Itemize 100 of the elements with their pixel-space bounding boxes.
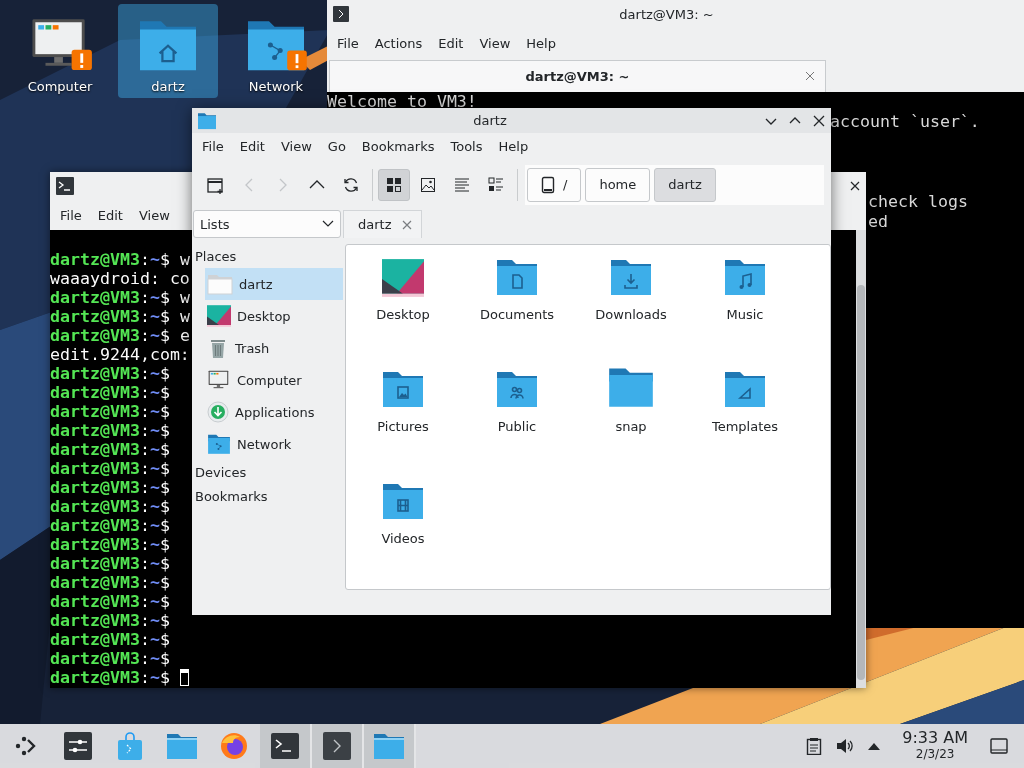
tab[interactable]: dartz xyxy=(343,210,422,238)
clipboard-icon[interactable] xyxy=(806,737,823,755)
terminal-line: dartz@VM3:~$ xyxy=(50,668,170,687)
menu-item[interactable]: View xyxy=(130,207,178,223)
terminal-line: dartz@VM3:~$ xyxy=(50,440,170,459)
icon-view-icon xyxy=(385,175,403,194)
terminal-line: dartz@VM3:~$ xyxy=(50,554,170,573)
folder-icon xyxy=(607,365,655,409)
desktop-shortcut[interactable]: Computer xyxy=(10,4,110,98)
folder-icon xyxy=(207,273,233,295)
terminal-line: dartz@VM3:~$ xyxy=(50,383,170,402)
terminal-line: dartz@VM3:~$ xyxy=(50,649,170,668)
folder-icon xyxy=(723,369,767,409)
folder-icon xyxy=(495,257,539,297)
folder-item[interactable]: snap xyxy=(574,365,688,477)
chevron-down-icon xyxy=(322,220,334,228)
terminal-line: dartz@VM3:~$ xyxy=(50,516,170,535)
menu-item[interactable]: Help xyxy=(490,138,537,154)
terminal-line: dartz@VM3:~$ xyxy=(50,421,170,440)
taskbar-item[interactable] xyxy=(260,724,312,768)
terminal-line: dartz@VM3:~$ xyxy=(50,611,170,630)
menu-item[interactable]: Bookmarks xyxy=(353,138,443,154)
console-icon xyxy=(323,732,351,760)
breadcrumb-button[interactable]: home xyxy=(585,167,651,202)
folder-icon xyxy=(381,369,425,409)
expand-tray-icon[interactable] xyxy=(868,742,881,750)
window-title: dartz xyxy=(472,113,508,128)
menu-item[interactable]: File xyxy=(329,35,367,51)
shopping-bag-icon xyxy=(117,732,143,760)
panel-dropdown[interactable]: Lists xyxy=(193,210,341,238)
location-bar[interactable]: / home dartz xyxy=(525,164,824,205)
folder-item[interactable]: Templates xyxy=(688,365,802,477)
taskbar-item[interactable] xyxy=(312,724,364,768)
menu-item[interactable]: Help xyxy=(518,35,564,51)
places-item[interactable]: Applications xyxy=(205,396,343,428)
terminal-line: waaaydroid: co xyxy=(50,269,190,288)
folder-item[interactable]: Documents xyxy=(460,253,574,365)
breadcrumb-button[interactable]: dartz xyxy=(654,167,716,202)
terminal-text: check logs xyxy=(868,192,968,211)
clock[interactable]: 9:33 AM 2/3/23 xyxy=(902,730,968,762)
menu-item[interactable]: View xyxy=(471,35,519,51)
terminal-line: dartz@VM3:~$ xyxy=(50,459,170,478)
menu-item[interactable]: Actions xyxy=(366,35,431,51)
terminal-line: dartz@VM3:~$ xyxy=(50,364,170,383)
terminal-text: Welcome to VM3! xyxy=(327,92,477,111)
folder-icon xyxy=(373,732,405,760)
menu-item[interactable]: Tools xyxy=(442,138,491,154)
drive-icon xyxy=(541,175,555,194)
places-item[interactable]: Network xyxy=(205,428,343,460)
places-item[interactable]: Desktop xyxy=(205,300,343,332)
compact-list-icon xyxy=(487,175,505,194)
section-heading[interactable]: Devices xyxy=(192,460,343,484)
places-item[interactable]: dartz xyxy=(205,268,343,300)
folder-item[interactable]: Desktop xyxy=(346,253,460,365)
desktop-shortcut[interactable]: Network xyxy=(226,4,326,98)
folder-item[interactable]: Pictures xyxy=(346,365,460,477)
folder-item[interactable]: Videos xyxy=(346,477,460,589)
folder-icon xyxy=(609,257,653,297)
folder-item[interactable]: Music xyxy=(688,253,802,365)
scrollbar[interactable] xyxy=(856,230,866,688)
breadcrumb-button[interactable]: / xyxy=(527,167,582,202)
folder-item[interactable]: Public xyxy=(460,365,574,477)
computer-icon xyxy=(207,369,231,391)
folder-icon xyxy=(723,257,767,297)
terminal-line: dartz@VM3:~$ xyxy=(50,535,170,554)
folder-item[interactable]: Downloads xyxy=(574,253,688,365)
desktop-icon xyxy=(207,305,231,327)
network-folder-icon xyxy=(207,433,231,455)
terminal-line: dartz@VM3:~$ xyxy=(50,402,170,421)
terminal-line: edit.9244,com: xyxy=(50,345,190,364)
terminal-text: account `user`. xyxy=(830,112,980,131)
menu-item[interactable]: Edit xyxy=(430,35,472,51)
menu-item[interactable]: File xyxy=(194,138,232,154)
terminal-line: dartz@VM3:~$ xyxy=(50,630,170,649)
places-item[interactable]: Computer xyxy=(205,364,343,396)
menu-item[interactable]: File xyxy=(52,207,90,223)
window-title: dartz@VM3: ~ xyxy=(618,6,715,22)
terminal-icon xyxy=(271,733,299,759)
terminal-line: dartz@VM3:~$ w xyxy=(50,307,190,326)
menu-item[interactable]: View xyxy=(272,138,320,154)
show-desktop-icon[interactable] xyxy=(990,738,1008,754)
menu-item[interactable]: Edit xyxy=(231,138,273,154)
menu-item[interactable]: Edit xyxy=(89,207,131,223)
folder-icon xyxy=(381,481,425,521)
menu-item[interactable]: Go xyxy=(319,138,354,154)
desktop-shortcut[interactable]: dartz xyxy=(118,4,218,98)
download-icon xyxy=(207,401,229,423)
terminal-line: dartz@VM3:~$ xyxy=(50,573,170,592)
icon-view-button[interactable] xyxy=(378,168,410,201)
tab[interactable]: dartz@VM3: ~ xyxy=(329,60,826,92)
terminal-line: dartz@VM3:~$ xyxy=(50,478,170,497)
terminal-icon xyxy=(56,177,74,195)
terminal-line: dartz@VM3:~$ xyxy=(50,592,170,611)
close-icon[interactable] xyxy=(850,181,860,191)
browser-icon xyxy=(219,731,249,761)
settings-icon xyxy=(64,732,92,760)
volume-icon[interactable] xyxy=(836,738,855,754)
desktop-icon xyxy=(382,259,424,297)
places-item[interactable]: Trash xyxy=(205,332,343,364)
section-heading[interactable]: Bookmarks xyxy=(192,484,343,508)
